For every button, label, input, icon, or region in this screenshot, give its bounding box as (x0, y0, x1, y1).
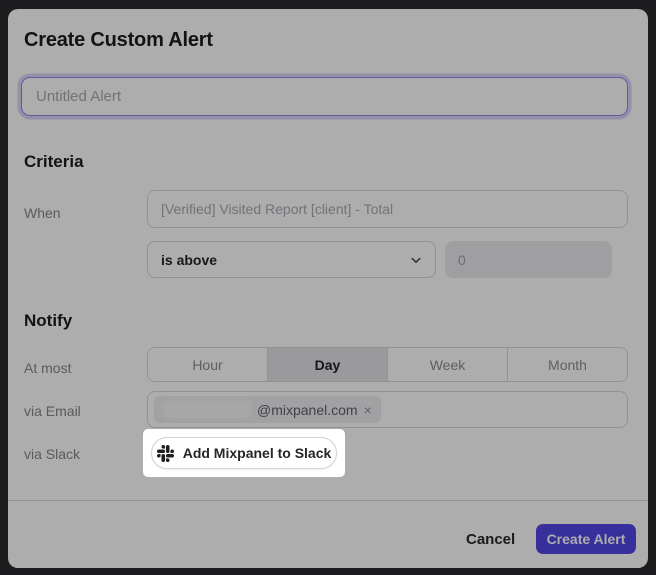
add-mixpanel-to-slack-button[interactable]: Add Mixpanel to Slack (151, 437, 337, 469)
slack-spotlight-highlight: Add Mixpanel to Slack (143, 429, 345, 477)
slack-button-label: Add Mixpanel to Slack (183, 445, 332, 461)
screen: Create Custom Alert Criteria When [Verif… (0, 0, 656, 575)
dim-overlay (0, 0, 656, 575)
slack-icon (157, 445, 174, 462)
